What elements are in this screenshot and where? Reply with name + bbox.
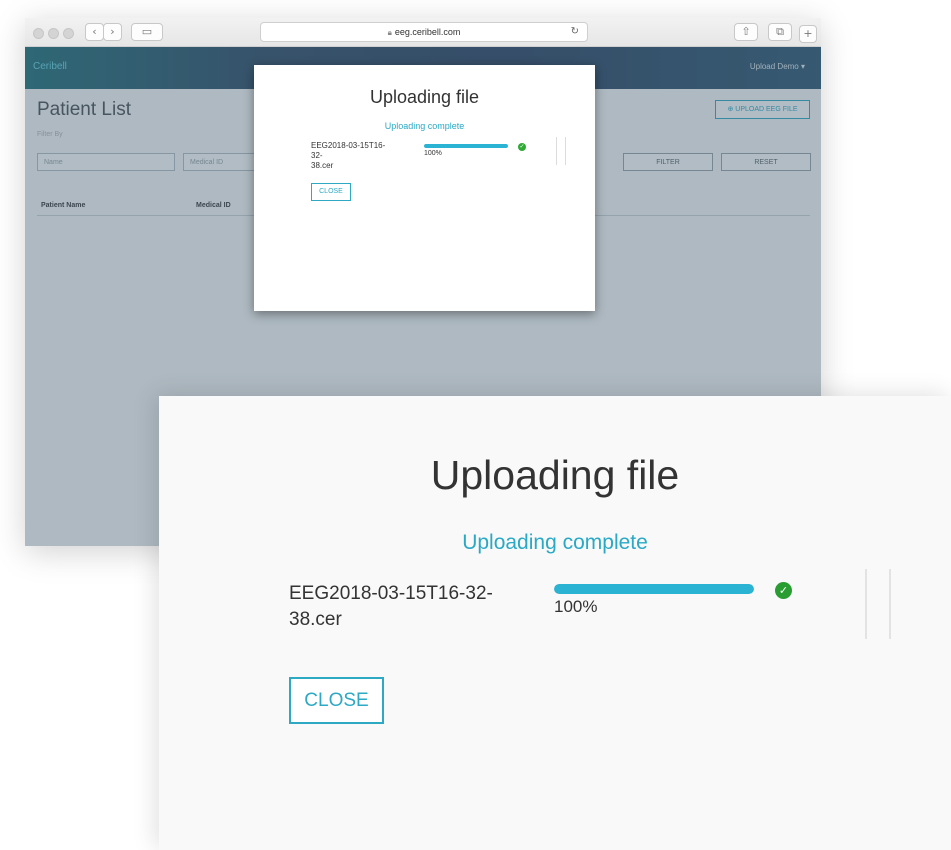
file-name: EEG2018-03-15T16-32- 38.cer bbox=[289, 581, 529, 633]
upload-status: Uploading complete bbox=[462, 531, 648, 554]
tabs-overview-icon[interactable]: ⧉ bbox=[768, 23, 792, 41]
modal-title: Uploading file bbox=[369, 87, 480, 107]
url-text: eeg.ceribell.com bbox=[394, 27, 461, 37]
progress-bar-fill bbox=[424, 144, 508, 148]
progress-percent: 100% bbox=[424, 150, 442, 157]
browser-toolbar: ‹ › ▭ 🔒︎ eeg.ceribell.com ↻ ⇧ ⧉ + bbox=[25, 18, 821, 47]
upload-modal: Uploading file Uploading complete EEG201… bbox=[254, 65, 595, 311]
minimize-window-dot[interactable] bbox=[48, 28, 59, 39]
divider bbox=[865, 569, 867, 639]
progress-percent: 100% bbox=[554, 597, 598, 616]
close-button[interactable]: CLOSE bbox=[311, 183, 351, 201]
file-name-line-2: 38.cer bbox=[311, 161, 334, 170]
upload-modal-zoomed: Uploading file Uploading complete EEG201… bbox=[159, 396, 951, 850]
divider bbox=[565, 137, 566, 165]
check-circle-icon: ✓ bbox=[518, 143, 526, 151]
sidebar-icon[interactable]: ▭ bbox=[131, 23, 163, 41]
file-name-line-2: 38.cer bbox=[289, 609, 342, 630]
new-tab-icon[interactable]: + bbox=[799, 25, 817, 43]
reload-icon[interactable]: ↻ bbox=[571, 23, 579, 41]
progress-bar bbox=[424, 144, 508, 148]
check-circle-icon: ✓ bbox=[775, 582, 792, 599]
lock-icon: 🔒︎ bbox=[387, 28, 392, 37]
progress-bar bbox=[554, 584, 754, 594]
forward-arrow-icon[interactable]: › bbox=[103, 23, 122, 41]
close-button[interactable]: CLOSE bbox=[289, 677, 384, 724]
back-arrow-icon[interactable]: ‹ bbox=[85, 23, 104, 41]
progress-bar-fill bbox=[554, 584, 754, 594]
divider bbox=[556, 137, 557, 165]
zoom-window-dot[interactable] bbox=[63, 28, 74, 39]
address-bar[interactable]: 🔒︎ eeg.ceribell.com ↻ bbox=[260, 22, 588, 42]
modal-title: Uploading file bbox=[430, 452, 680, 498]
file-name: EEG2018-03-15T16-32- 38.cer bbox=[311, 141, 391, 171]
file-name-line-1: EEG2018-03-15T16-32- bbox=[289, 583, 493, 604]
close-window-dot[interactable] bbox=[33, 28, 44, 39]
share-icon[interactable]: ⇧ bbox=[734, 23, 758, 41]
file-name-line-1: EEG2018-03-15T16-32- bbox=[311, 141, 386, 160]
divider bbox=[889, 569, 891, 639]
upload-status: Uploading complete bbox=[384, 121, 465, 131]
